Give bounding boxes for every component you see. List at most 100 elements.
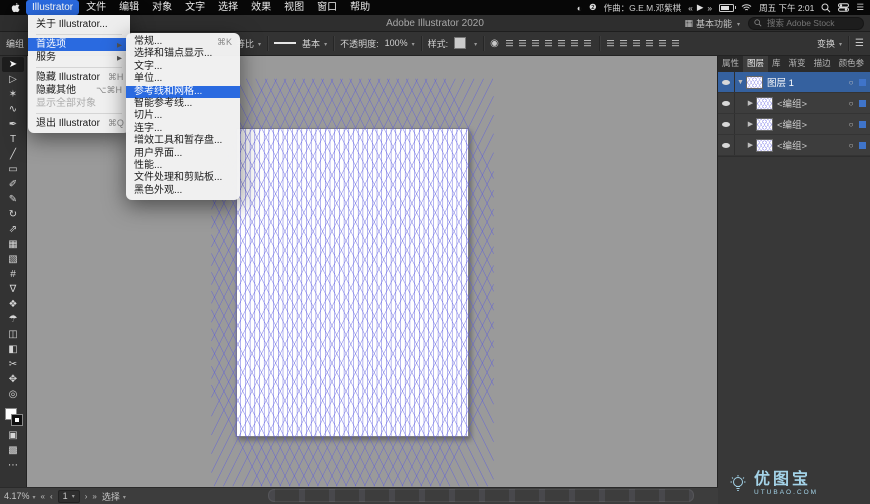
next-track-icon[interactable]: » [707,3,712,13]
stroke-swatch[interactable] [12,415,22,425]
zoom-tool[interactable]: ◎ [2,387,24,402]
visibility-toggle[interactable] [718,114,735,134]
menubar-clock[interactable]: 周五 下午 2:01 [759,2,814,14]
last-artboard-icon[interactable] [92,492,96,501]
variable-width-profile[interactable] [274,42,296,44]
first-artboard-icon[interactable] [41,492,45,501]
visibility-toggle[interactable] [718,93,735,113]
free-transform-tool[interactable]: ▦ [2,237,24,252]
previous-track-icon[interactable]: « [688,3,693,13]
tab-layers[interactable]: 图层 [743,55,768,72]
artboard-number-field[interactable]: 1 [58,490,80,503]
distribute-h-center-icon[interactable] [658,38,668,48]
tab-properties[interactable]: 属性 [718,55,743,72]
tab-gradient[interactable]: 渐变 [785,55,810,72]
eyedropper-tool[interactable]: ∇ [2,282,24,297]
menu-item-quit[interactable]: 退出 Illustrator⌘Q [28,117,130,130]
control-panel-menu-icon[interactable]: ☰ [855,38,864,49]
notification-badge[interactable]: ❷ [589,2,597,13]
scale-tool[interactable]: ⇗ [2,222,24,237]
menu-item-slices[interactable]: 切片... [126,110,240,122]
menu-item-smart-guides[interactable]: 智能参考线... [126,98,240,110]
menu-item-preferences[interactable]: 首选项 [28,38,130,51]
tab-libraries[interactable]: 库 [768,55,785,72]
blend-tool[interactable]: ❖ [2,297,24,312]
layer-name[interactable]: <编组> [777,138,807,152]
next-artboard-icon[interactable] [85,492,88,501]
menu-effect[interactable]: 效果 [245,0,277,15]
menu-item-performance[interactable]: 性能... [126,160,240,172]
workspace-switcher[interactable]: ▦ 基本功能 [684,17,740,30]
artboard-tool[interactable]: ◧ [2,342,24,357]
disclosure-triangle-icon[interactable]: ▶ [745,141,756,149]
menu-item-appearance-of-black[interactable]: 黑色外观... [126,185,240,197]
menu-edit[interactable]: 编辑 [113,0,145,15]
distribute-top-icon[interactable] [606,38,616,48]
distribute-bottom-icon[interactable] [632,38,642,48]
distribute-v-center-icon[interactable] [619,38,629,48]
play-pause-icon[interactable]: ▶ [697,2,704,13]
menu-item-plugins-scratch-disks[interactable]: 增效工具和暂存盘... [126,135,240,147]
menu-item-about[interactable]: 关于 Illustrator... [28,18,130,31]
magic-wand-tool[interactable]: ✶ [2,87,24,102]
menu-file[interactable]: 文件 [80,0,112,15]
distribute-left-icon[interactable] [645,38,655,48]
chevron-down-icon[interactable] [472,38,477,48]
target-circle-icon[interactable] [845,120,857,129]
display-icon[interactable]: ◐ [577,3,582,13]
artboard[interactable] [236,128,469,437]
layer-row-group3[interactable]: ▶ <编组> [718,135,870,156]
menu-item-file-handling-clipboard[interactable]: 文件处理和剪贴板... [126,172,240,184]
zoom-level-dropdown[interactable]: 4.17% [4,491,36,501]
gradient-tool[interactable]: ▧ [2,252,24,267]
paintbrush-tool[interactable]: ✐ [2,177,24,192]
toolbar-more-icon[interactable]: ⋯ [2,458,24,473]
menu-help[interactable]: 帮助 [344,0,376,15]
hand-tool[interactable]: ✥ [2,372,24,387]
menu-item-guides-grid[interactable]: 参考线和网格... [126,86,240,98]
line-segment-tool[interactable]: ╱ [2,147,24,162]
layer-row-group2[interactable]: ▶ <编组> [718,114,870,135]
direct-selection-tool[interactable]: ▷ [2,72,24,87]
apple-menu[interactable] [6,2,25,13]
menu-item-general[interactable]: 常规...⌘K [126,36,240,48]
previous-artboard-icon[interactable] [50,492,53,501]
menu-view[interactable]: 视图 [278,0,310,15]
target-circle-icon[interactable] [845,99,857,108]
menu-object[interactable]: 对象 [146,0,178,15]
menu-item-hide-others[interactable]: 隐藏其他⌥⌘H [28,84,130,97]
align-more-icon[interactable] [583,38,593,48]
selection-color-chip[interactable] [859,121,866,128]
draw-normal-mode-icon[interactable]: ▣ [2,428,24,443]
tab-color-guide[interactable]: 颜色参 [835,55,869,72]
align-left-icon[interactable] [505,38,515,48]
brush-definition-dropdown[interactable]: 基本 [302,37,327,50]
tab-stroke[interactable]: 描边 [810,55,835,72]
align-v-center-icon[interactable] [557,38,567,48]
rectangle-tool[interactable]: ▭ [2,162,24,177]
pencil-tool[interactable]: ✎ [2,192,24,207]
menu-item-hyphenation[interactable]: 连字... [126,123,240,135]
menu-item-user-interface[interactable]: 用户界面... [126,148,240,160]
control-center-icon[interactable] [838,3,849,12]
notification-center-icon[interactable]: ☰ [856,2,864,13]
align-right-icon[interactable] [531,38,541,48]
opacity-value-dropdown[interactable]: 100% [385,38,415,48]
target-circle-icon[interactable] [845,141,857,150]
layer-name[interactable]: <编组> [777,117,807,131]
recolor-artwork-icon[interactable]: ◉ [490,38,499,49]
layer-row-layer1[interactable]: ▼ 图层 1 [718,72,870,93]
disclosure-triangle-icon[interactable]: ▼ [735,79,746,86]
menu-illustrator[interactable]: Illustrator [26,0,79,15]
menu-type[interactable]: 文字 [179,0,211,15]
graph-tool[interactable]: ◫ [2,327,24,342]
menu-select[interactable]: 选择 [212,0,244,15]
spotlight-search-icon[interactable] [821,3,831,13]
disclosure-triangle-icon[interactable]: ▶ [745,120,756,128]
menu-item-units[interactable]: 单位... [126,73,240,85]
layer-name[interactable]: <编组> [777,96,807,110]
menu-item-services[interactable]: 服务 [28,51,130,64]
graphic-style-swatch[interactable] [454,37,466,49]
slice-tool[interactable]: ✂ [2,357,24,372]
selection-color-chip[interactable] [859,100,866,107]
